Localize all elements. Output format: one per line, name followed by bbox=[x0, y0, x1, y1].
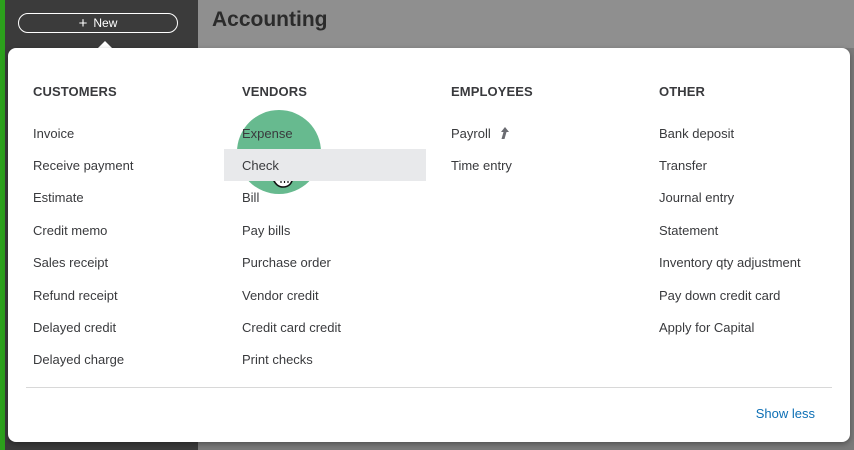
menu-column-vendors: VENDORS Expense Check Bill Pay bills Pur… bbox=[224, 84, 442, 376]
menu-item-refund-receipt[interactable]: Refund receipt bbox=[33, 279, 233, 311]
column-header-other: OTHER bbox=[659, 84, 705, 99]
menu-item-delayed-credit[interactable]: Delayed credit bbox=[33, 311, 233, 343]
new-button-label: New bbox=[93, 16, 118, 30]
menu-item-time-entry[interactable]: Time entry bbox=[451, 149, 651, 181]
menu-item-payroll-label: Payroll bbox=[451, 125, 491, 141]
menu-item-journal-entry[interactable]: Journal entry bbox=[659, 182, 854, 214]
new-menu-dropdown: CUSTOMERS Invoice Receive payment Estima… bbox=[8, 48, 850, 442]
menu-item-inventory-qty-adjustment[interactable]: Inventory qty adjustment bbox=[659, 247, 854, 279]
menu-item-pay-down-credit-card[interactable]: Pay down credit card bbox=[659, 279, 854, 311]
menu-item-invoice[interactable]: Invoice bbox=[33, 117, 233, 149]
menu-item-bank-deposit[interactable]: Bank deposit bbox=[659, 117, 854, 149]
menu-item-check[interactable]: Check bbox=[224, 149, 442, 182]
menu-item-sales-receipt[interactable]: Sales receipt bbox=[33, 247, 233, 279]
menu-item-expense[interactable]: Expense bbox=[242, 117, 442, 149]
menu-item-credit-memo[interactable]: Credit memo bbox=[33, 214, 233, 246]
up-arrow-icon bbox=[500, 127, 509, 140]
menu-divider bbox=[26, 387, 832, 388]
column-header-customers: CUSTOMERS bbox=[33, 84, 117, 99]
menu-item-vendor-credit[interactable]: Vendor credit bbox=[242, 279, 442, 311]
menu-column-other: OTHER Bank deposit Transfer Journal entr… bbox=[659, 84, 854, 344]
menu-column-customers: CUSTOMERS Invoice Receive payment Estima… bbox=[33, 84, 233, 376]
menu-item-purchase-order[interactable]: Purchase order bbox=[242, 247, 442, 279]
menu-item-payroll[interactable]: Payroll bbox=[451, 117, 651, 149]
page-title: Accounting bbox=[212, 8, 328, 31]
menu-item-transfer[interactable]: Transfer bbox=[659, 149, 854, 181]
menu-item-delayed-charge[interactable]: Delayed charge bbox=[33, 344, 233, 376]
menu-item-print-checks[interactable]: Print checks bbox=[242, 344, 442, 376]
column-header-employees: EMPLOYEES bbox=[451, 84, 533, 99]
menu-item-bill[interactable]: Bill bbox=[242, 182, 442, 214]
menu-item-receive-payment[interactable]: Receive payment bbox=[33, 149, 233, 181]
new-button[interactable]: + New bbox=[18, 13, 178, 33]
menu-item-statement[interactable]: Statement bbox=[659, 214, 854, 246]
menu-item-pay-bills[interactable]: Pay bills bbox=[242, 214, 442, 246]
column-header-vendors: VENDORS bbox=[242, 84, 307, 99]
menu-item-estimate[interactable]: Estimate bbox=[33, 182, 233, 214]
menu-item-apply-for-capital[interactable]: Apply for Capital bbox=[659, 311, 854, 343]
menu-pointer bbox=[98, 41, 112, 48]
menu-item-credit-card-credit[interactable]: Credit card credit bbox=[242, 311, 442, 343]
plus-icon: + bbox=[78, 14, 88, 32]
show-less-link[interactable]: Show less bbox=[756, 406, 815, 421]
menu-column-employees: EMPLOYEES Payroll Time entry bbox=[451, 84, 651, 182]
